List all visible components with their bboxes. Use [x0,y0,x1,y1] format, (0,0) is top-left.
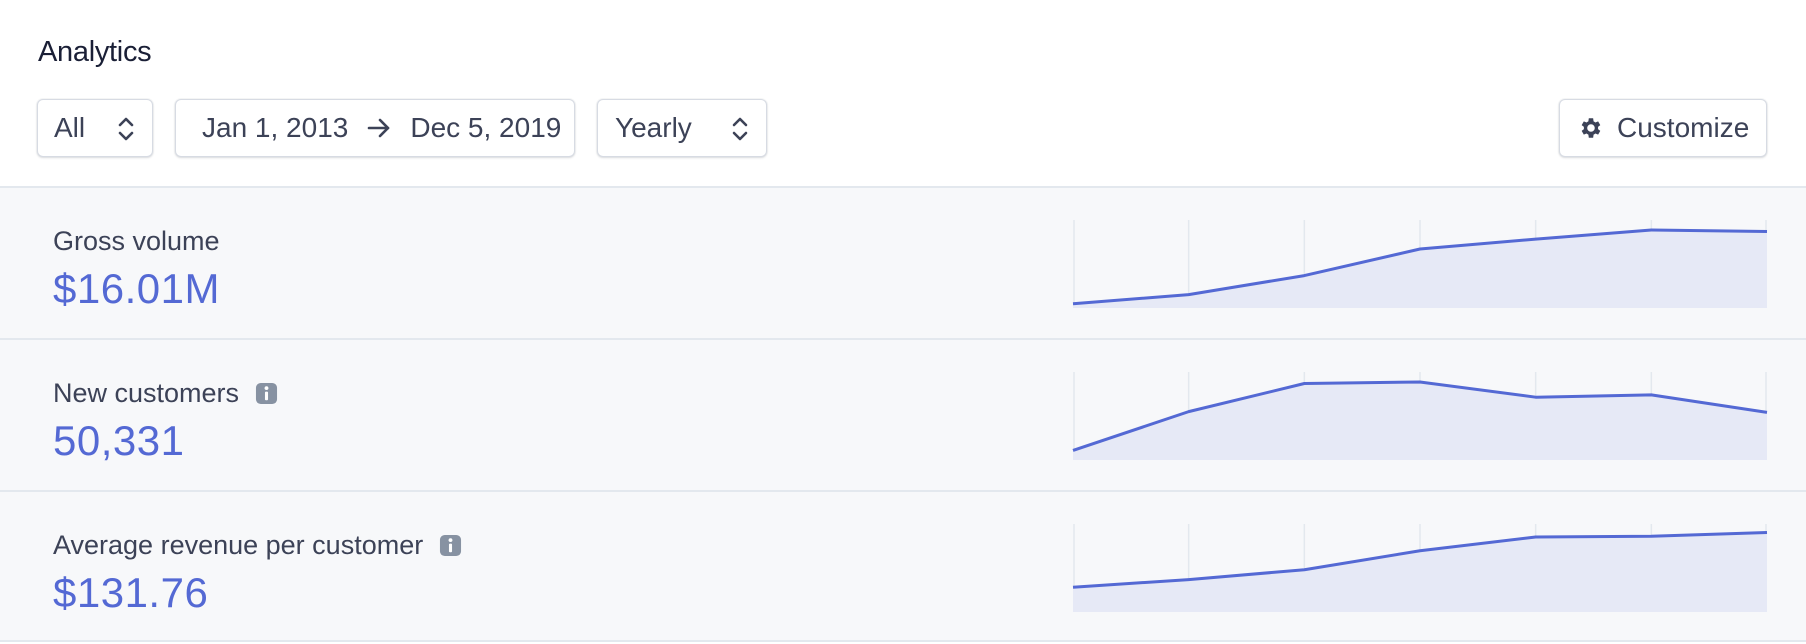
customize-button[interactable]: Customize [1559,99,1767,157]
info-icon[interactable] [255,382,278,405]
metric-label-text: Average revenue per customer [53,530,424,560]
interval-select-value: Yearly [615,112,692,143]
page-title: Analytics [38,36,152,68]
scope-select[interactable]: All [37,99,153,157]
metric-value: 50,331 [53,417,185,464]
gear-icon [1581,118,1601,138]
scope-select-value: All [54,112,86,143]
metric-label-text: New customers [53,378,240,408]
interval-select[interactable]: Yearly [597,99,767,157]
metrics-list: Gross volume $16.01M New customers 50,33… [0,186,1806,642]
metric-value: $131.76 [53,569,209,616]
metric-row-gross-volume[interactable]: Gross volume $16.01M [0,186,1806,338]
info-icon[interactable] [439,534,462,557]
metric-label: Gross volume [53,226,220,257]
metric-row-average-revenue[interactable]: Average revenue per customer $131.76 [0,490,1806,642]
customize-label: Customize [1617,112,1750,143]
date-range-end: Dec 5, 2019 [410,112,562,143]
metric-value: $16.01M [53,265,220,312]
metric-label: New customers [53,378,278,409]
sparkline-chart [1072,220,1768,308]
metric-label: Average revenue per customer [53,530,462,561]
metric-label-text: Gross volume [53,226,220,256]
sparkline-area [1073,382,1767,460]
chevron-updown-icon [732,117,748,141]
sparkline-chart [1072,524,1768,612]
chevron-updown-icon [118,117,134,141]
date-range-start: Jan 1, 2013 [202,112,349,143]
date-range-picker[interactable]: Jan 1, 2013 Dec 5, 2019 [175,99,575,157]
sparkline-chart [1072,372,1768,460]
arrow-right-icon [368,118,390,138]
metric-row-new-customers[interactable]: New customers 50,331 [0,338,1806,490]
